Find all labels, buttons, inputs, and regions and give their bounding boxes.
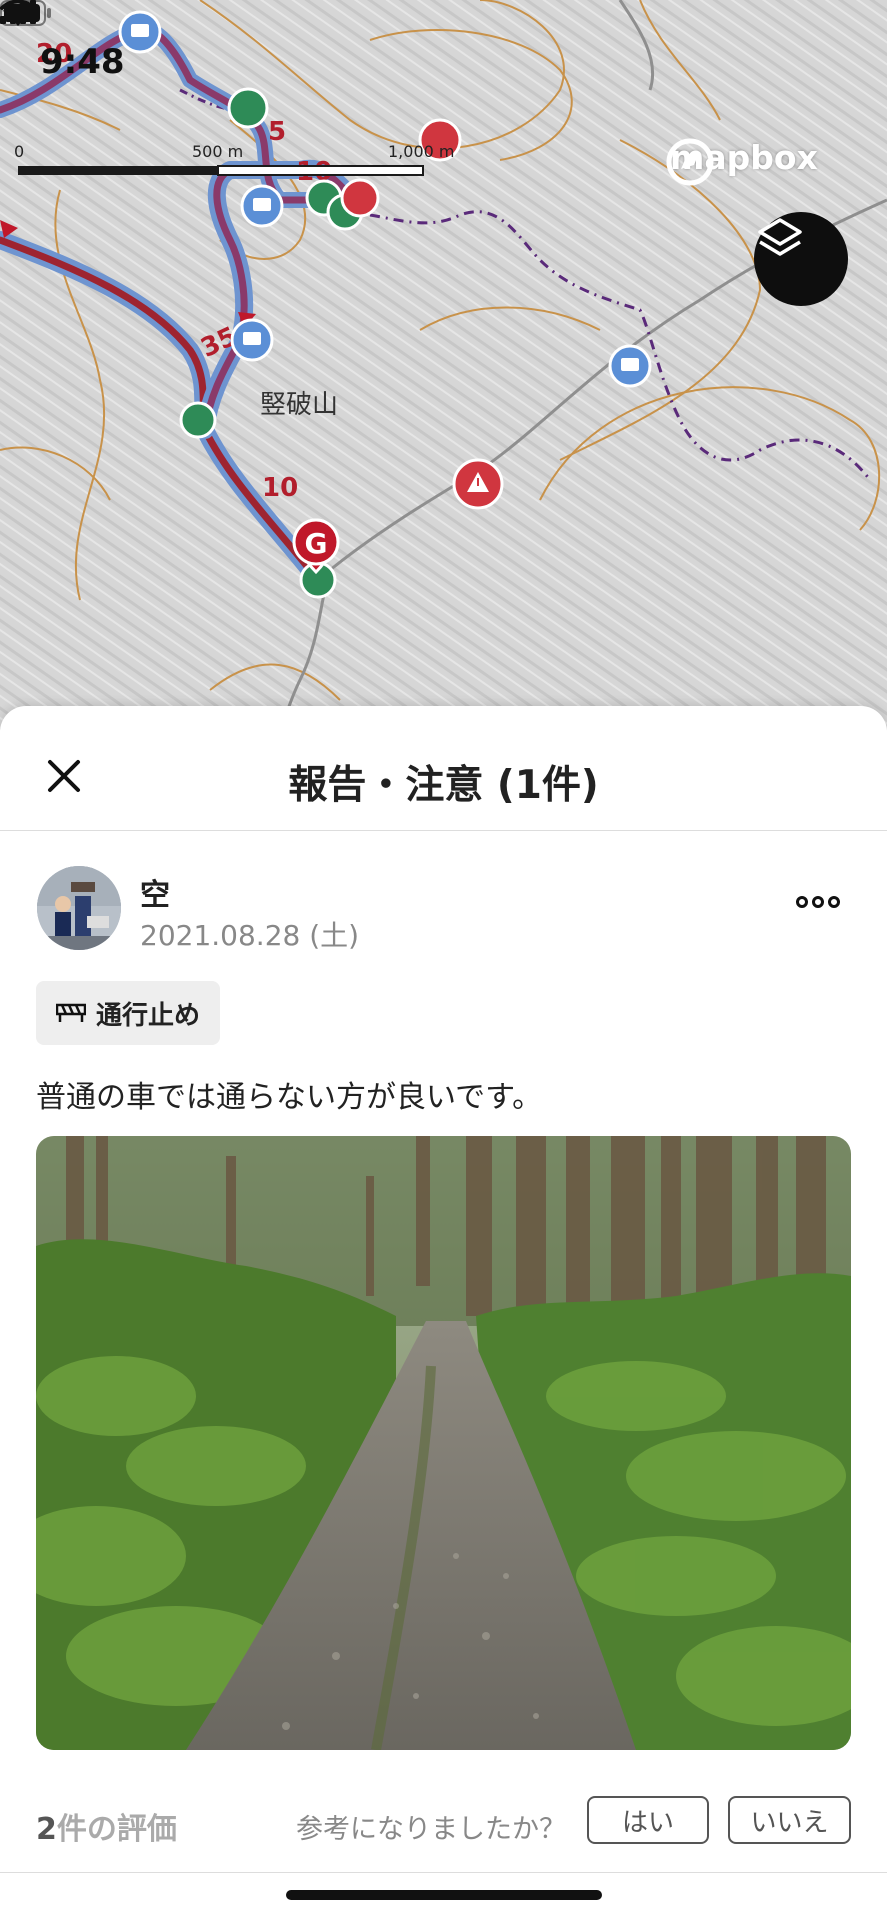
divider (0, 1872, 887, 1873)
helpful-question: 参考になりましたか？ (296, 1814, 566, 1845)
avatar-image (37, 866, 121, 950)
helpful-yes-button[interactable]: はい (587, 1796, 709, 1844)
route-marker-label: 5 (268, 117, 286, 147)
report-photo[interactable] (36, 1136, 851, 1750)
more-dot-icon (828, 896, 840, 908)
route-marker-label: 10 (262, 473, 298, 503)
layers-icon (758, 218, 802, 256)
more-options-button[interactable] (796, 896, 840, 908)
hiker-icon (179, 401, 217, 439)
avatar[interactable] (37, 866, 121, 950)
home-indicator[interactable] (286, 1890, 602, 1900)
sheet-title: 報告・注意 (1件) (288, 763, 599, 808)
post-date: 2021.08.28 (土) (140, 919, 360, 952)
goal-label: G (305, 527, 328, 560)
sheet-header: 報告・注意 (1件) (0, 706, 887, 831)
mapbox-attribution[interactable]: mapbox (666, 138, 818, 186)
battery-icon (0, 0, 51, 26)
road-closed-tag: 通行止め (36, 981, 221, 1045)
scale-label: 0 (14, 142, 25, 161)
mapbox-logo-icon (666, 138, 714, 186)
status-time: 9:48 (40, 42, 125, 82)
helpful-no-button[interactable]: いいえ (728, 1796, 851, 1844)
user-name[interactable]: 空 (140, 870, 170, 914)
map-view[interactable]: 20 5 10 35 10 (0, 0, 887, 730)
scale-label: 1,000 m (388, 142, 455, 161)
scale-label: 500 m (192, 142, 244, 161)
rating-count-number: 2 (36, 1812, 57, 1847)
scale-bar (18, 165, 424, 176)
report-comment: 普通の車では通らない方が良いです。 (36, 1080, 543, 1115)
tag-label: 通行止め (96, 1000, 201, 1031)
forest-road-photo (36, 1136, 851, 1750)
rating-count-suffix: 件の評価 (56, 1812, 177, 1847)
peak-label: 竪破山 (260, 390, 339, 420)
rating-count: 2件の評価 (36, 1804, 177, 1848)
warning-icon (340, 178, 380, 218)
status-bar: 9:48 (0, 0, 887, 120)
more-dot-icon (796, 896, 808, 908)
layers-button[interactable] (754, 212, 848, 306)
report-sheet: 報告・注意 (1件) 空 2021.08.28 (土) 通行止め 普通の車では通… (0, 706, 887, 1920)
more-dot-icon (812, 896, 824, 908)
barrier-icon (56, 1003, 86, 1022)
